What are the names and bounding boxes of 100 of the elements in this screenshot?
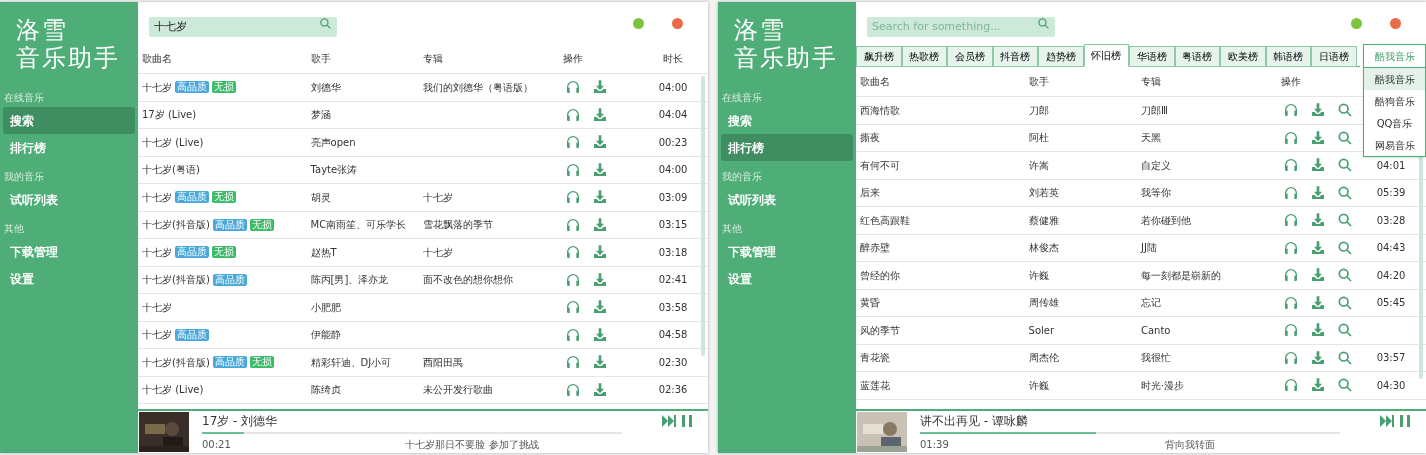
- headphones-icon[interactable]: [1283, 129, 1300, 146]
- headphones-icon[interactable]: [565, 354, 582, 371]
- chart-tab[interactable]: 抖音榜: [992, 46, 1038, 67]
- download-icon[interactable]: [592, 354, 609, 371]
- download-icon[interactable]: [1310, 102, 1327, 119]
- download-icon[interactable]: [592, 299, 609, 316]
- download-icon[interactable]: [592, 134, 609, 151]
- search-icon[interactable]: [1337, 239, 1354, 256]
- headphones-icon[interactable]: [1283, 267, 1300, 284]
- minimize-button[interactable]: [633, 17, 644, 29]
- download-icon[interactable]: [1310, 184, 1327, 201]
- download-icon[interactable]: [1310, 322, 1327, 339]
- headphones-icon[interactable]: [565, 216, 582, 233]
- download-icon[interactable]: [592, 326, 609, 343]
- download-icon[interactable]: [592, 216, 609, 233]
- download-icon[interactable]: [1310, 267, 1327, 284]
- download-icon[interactable]: [592, 244, 609, 261]
- search-field[interactable]: 十七岁: [149, 16, 337, 37]
- next-icon[interactable]: [1380, 415, 1394, 427]
- table-cell: 03:15: [658, 219, 688, 231]
- download-icon[interactable]: [1310, 349, 1327, 366]
- minimize-button[interactable]: [1351, 17, 1362, 29]
- dropdown-option[interactable]: 网易音乐: [1364, 134, 1425, 156]
- chart-tab[interactable]: 怀旧榜: [1083, 44, 1129, 67]
- close-button[interactable]: [672, 17, 683, 29]
- download-icon[interactable]: [592, 161, 609, 178]
- download-icon[interactable]: [1310, 239, 1327, 256]
- table-cell-text: 伊能静: [310, 328, 342, 343]
- download-icon[interactable]: [592, 79, 609, 96]
- download-icon[interactable]: [1310, 129, 1327, 146]
- headphones-icon[interactable]: [1283, 157, 1300, 174]
- chart-tab[interactable]: 韩语榜: [1265, 46, 1311, 67]
- headphones-icon[interactable]: [1283, 184, 1300, 201]
- headphones-icon[interactable]: [1283, 102, 1300, 119]
- search-icon[interactable]: [1337, 267, 1354, 284]
- headphones-icon[interactable]: [1283, 349, 1300, 366]
- headphones-icon[interactable]: [1283, 212, 1300, 229]
- download-icon[interactable]: [592, 381, 609, 398]
- chart-tab[interactable]: 日语榜: [1311, 46, 1357, 67]
- chart-tab[interactable]: 粤语榜: [1174, 46, 1220, 67]
- elapsed-time: 01:39: [920, 437, 950, 452]
- chart-tab[interactable]: 趋势榜: [1038, 46, 1084, 67]
- chart-tab[interactable]: 会员榜: [947, 46, 993, 67]
- search-icon[interactable]: [319, 16, 332, 30]
- next-icon[interactable]: [662, 415, 676, 427]
- table-cell: 每一刻都是崭新的: [1141, 269, 1221, 281]
- sidebar-item[interactable]: 搜索: [3, 107, 135, 134]
- download-icon[interactable]: [1310, 157, 1327, 174]
- quality-tag: 高品质: [175, 191, 209, 204]
- headphones-icon[interactable]: [1283, 294, 1300, 311]
- table-cell: 04:30: [1376, 379, 1406, 391]
- chart-tab[interactable]: 华语榜: [1129, 46, 1175, 67]
- search-icon[interactable]: [1037, 16, 1050, 30]
- headphones-icon[interactable]: [565, 106, 582, 123]
- table-cell: 02:36: [658, 384, 688, 396]
- headphones-icon[interactable]: [565, 161, 582, 178]
- chart-tab[interactable]: 热歌榜: [901, 46, 947, 67]
- table-cell-text: 十七岁(抖音版): [142, 218, 210, 233]
- download-icon[interactable]: [592, 271, 609, 288]
- headphones-icon[interactable]: [565, 244, 582, 261]
- download-icon[interactable]: [1310, 294, 1327, 311]
- search-icon[interactable]: [1337, 184, 1354, 201]
- search-icon[interactable]: [1337, 322, 1354, 339]
- dropdown-option[interactable]: 酷我音乐: [1364, 68, 1425, 90]
- pause-icon[interactable]: [1400, 415, 1410, 427]
- download-icon[interactable]: [592, 106, 609, 123]
- search-icon[interactable]: [1337, 129, 1354, 146]
- headphones-icon[interactable]: [565, 134, 582, 151]
- download-icon[interactable]: [592, 189, 609, 206]
- table-cell: 若你碰到他: [1141, 214, 1191, 226]
- search-icon[interactable]: [1337, 102, 1354, 119]
- search-icon[interactable]: [1337, 377, 1354, 394]
- headphones-icon[interactable]: [565, 189, 582, 206]
- search-icon[interactable]: [1337, 157, 1354, 174]
- headphones-icon[interactable]: [565, 381, 582, 398]
- source-dropdown[interactable]: 酷我音乐 酷我音乐 酷狗音乐 QQ音乐 网易音乐: [1363, 44, 1426, 157]
- dropdown-option[interactable]: QQ音乐: [1364, 112, 1425, 134]
- column-header: 歌曲名: [142, 52, 173, 66]
- sidebar-item[interactable]: 排行榜: [721, 134, 853, 161]
- download-icon[interactable]: [1310, 212, 1327, 229]
- headphones-icon[interactable]: [565, 326, 582, 343]
- chart-tab[interactable]: 飙升榜: [856, 46, 902, 67]
- headphones-icon[interactable]: [1283, 322, 1300, 339]
- headphones-icon[interactable]: [565, 79, 582, 96]
- headphones-icon[interactable]: [565, 299, 582, 316]
- search-icon[interactable]: [1337, 212, 1354, 229]
- search-field[interactable]: Search for something...: [867, 16, 1055, 37]
- dropdown-option[interactable]: 酷狗音乐: [1364, 90, 1425, 112]
- table-cell: 未公开发行歌曲: [423, 384, 493, 396]
- app-logo-text: 音乐助手: [734, 44, 839, 72]
- headphones-icon[interactable]: [565, 271, 582, 288]
- search-icon[interactable]: [1337, 294, 1354, 311]
- pause-icon[interactable]: [682, 415, 692, 427]
- search-icon[interactable]: [1337, 349, 1354, 366]
- chart-tab[interactable]: 欧美榜: [1220, 46, 1266, 67]
- headphones-icon[interactable]: [1283, 377, 1300, 394]
- close-button[interactable]: [1390, 17, 1401, 29]
- scrollbar[interactable]: [701, 76, 705, 356]
- headphones-icon[interactable]: [1283, 239, 1300, 256]
- download-icon[interactable]: [1310, 377, 1327, 394]
